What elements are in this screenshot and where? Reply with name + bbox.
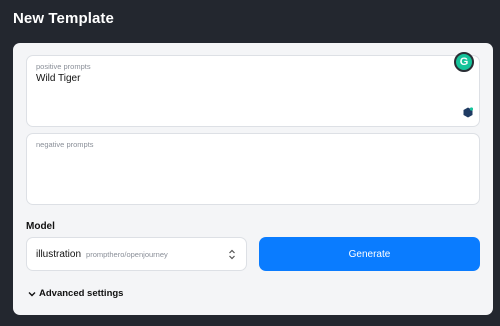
positive-prompt-field[interactable]: positive prompts Wild Tiger G [26, 52, 480, 127]
negative-prompt-field[interactable]: negative prompts [26, 133, 480, 205]
model-select-value: illustration [36, 248, 82, 260]
page-title: New Template [13, 10, 114, 27]
negative-prompt-placeholder: negative prompts [36, 140, 94, 149]
chevron-down-icon [28, 291, 36, 296]
positive-prompt-value[interactable]: Wild Tiger [36, 73, 80, 84]
grammarly-letter: G [459, 56, 469, 68]
template-form-panel: positive prompts Wild Tiger G negative p… [13, 43, 493, 315]
positive-prompt-placeholder: positive prompts [36, 62, 91, 71]
model-label: Model [26, 221, 55, 232]
advanced-settings-toggle[interactable]: Advanced settings [28, 288, 123, 299]
advanced-settings-label: Advanced settings [39, 288, 124, 299]
grammarly-icon[interactable]: G [454, 52, 474, 72]
model-select-detail: prompthero/openjourney [86, 249, 168, 259]
chevron-up-down-icon [229, 249, 235, 260]
extension-hex-icon[interactable] [463, 107, 473, 118]
generate-button[interactable]: Generate [259, 237, 480, 271]
model-select[interactable]: illustration prompthero/openjourney [26, 237, 247, 271]
